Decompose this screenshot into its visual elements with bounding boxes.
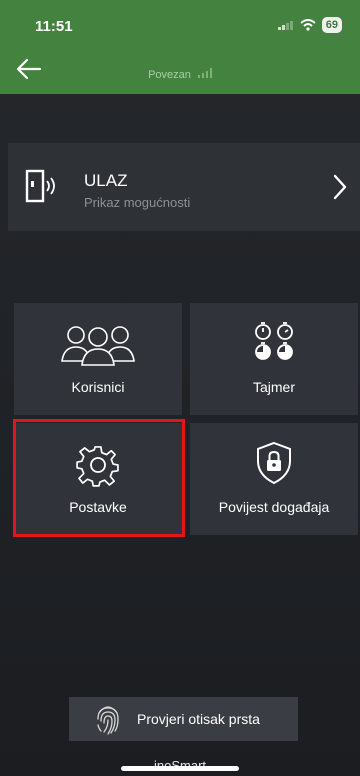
gear-icon: [76, 446, 119, 487]
users-icon: [61, 326, 135, 366]
shield-lock-icon: [257, 441, 291, 485]
tile-users-label: Korisnici: [71, 379, 125, 395]
battery-indicator: 69: [321, 17, 342, 33]
connection-status: Povezan: [0, 68, 360, 81]
tile-settings-label: Postavke: [69, 499, 127, 515]
app-bar: Povezan: [0, 46, 360, 94]
signal-icon: [277, 21, 293, 30]
wifi-icon: [300, 19, 316, 31]
entry-subtitle: Prikaz mogućnosti: [84, 195, 191, 210]
tile-timer[interactable]: Tajmer: [190, 303, 358, 415]
door-icon: [25, 169, 55, 203]
fingerprint-icon: [97, 706, 119, 735]
status-icons: 69: [277, 17, 342, 33]
home-indicator[interactable]: [121, 766, 239, 771]
check-fingerprint-button[interactable]: Provjeri otisak prsta: [69, 697, 298, 741]
check-fingerprint-label: Provjeri otisak prsta: [137, 711, 260, 727]
tile-users[interactable]: Korisnici: [14, 303, 182, 415]
status-bar: 11:51 69: [0, 0, 360, 46]
connection-label: Povezan: [148, 69, 191, 81]
status-time: 11:51: [35, 18, 73, 35]
tile-timer-label: Tajmer: [252, 379, 295, 395]
entry-row-ulaz[interactable]: ULAZ Prikaz mogućnosti: [8, 143, 360, 231]
timers-icon: [255, 322, 293, 360]
entry-title: ULAZ: [84, 171, 128, 190]
connection-strength-icon: [197, 68, 212, 78]
tile-event-history[interactable]: Povijest događaja: [190, 423, 358, 535]
chevron-right-icon: [333, 174, 347, 200]
tile-settings[interactable]: Postavke: [14, 423, 182, 535]
tile-event-history-label: Povijest događaja: [218, 499, 330, 515]
